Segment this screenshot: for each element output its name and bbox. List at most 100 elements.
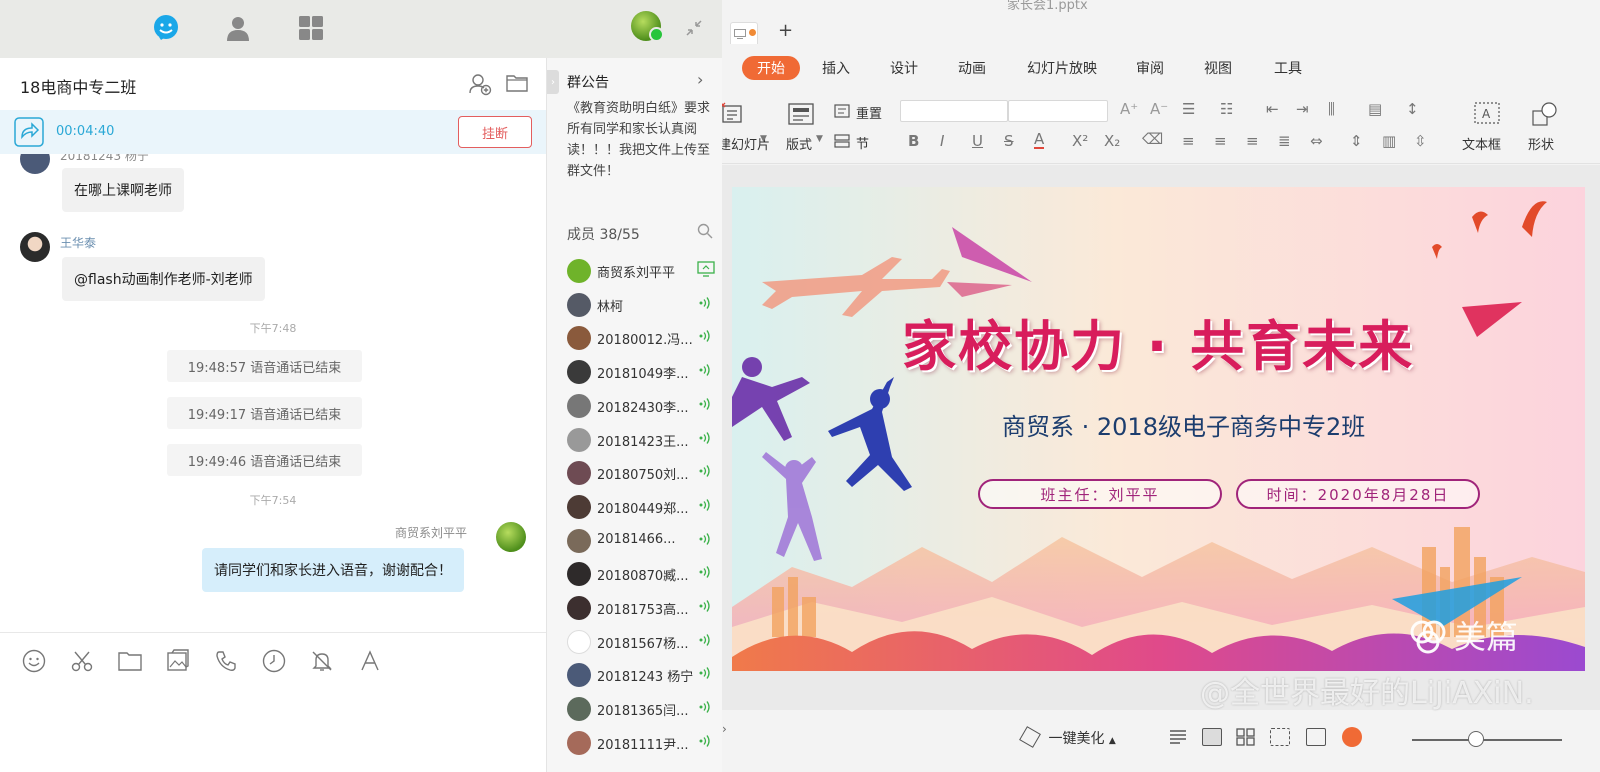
scissors-icon[interactable] (68, 647, 96, 675)
line-spacing-icon[interactable]: ↕ (1406, 100, 1419, 118)
member-item[interactable]: 20181049李... (547, 354, 722, 388)
eraser-icon[interactable]: ⌫ (1142, 130, 1163, 148)
member-item[interactable]: 20181423王... (547, 422, 722, 456)
emoji-icon[interactable] (20, 647, 48, 675)
font-color-icon[interactable]: A (1034, 132, 1045, 149)
collapse-panel-icon[interactable]: › (547, 70, 559, 94)
menu-insert[interactable]: 插入 (822, 58, 850, 78)
indent-increase-icon[interactable]: ⇥ (1296, 100, 1309, 118)
reading-view-icon[interactable] (1270, 728, 1290, 746)
menu-start[interactable]: 开始 (742, 56, 800, 80)
layout-button[interactable]: 版式 (786, 134, 812, 153)
search-icon[interactable] (697, 223, 713, 243)
chat-bubble-icon[interactable] (150, 12, 182, 44)
slide[interactable]: 家校协力 · 共育未来 商贸系 · 2018级电子商务中专2班 班主任：刘平平 … (732, 187, 1585, 671)
bold-icon[interactable]: B (908, 132, 919, 150)
shape-icon[interactable] (1532, 102, 1558, 130)
member-item[interactable]: 20182430李... (547, 388, 722, 422)
align-right-icon[interactable]: ≡ (1246, 132, 1259, 150)
member-item[interactable]: 20181111尹... (547, 725, 722, 759)
justify-icon[interactable]: ≣ (1278, 132, 1291, 150)
presenter-view-icon[interactable] (1306, 728, 1326, 746)
member-item[interactable]: 20181243 杨宁 (547, 657, 722, 691)
normal-view-icon[interactable] (1202, 728, 1222, 746)
numbered-list-icon[interactable]: ☷ (1220, 100, 1233, 118)
member-item[interactable]: 20180449郑... (547, 489, 722, 523)
slide-title[interactable]: 家校协力 · 共育未来 (902, 302, 1414, 381)
section-button[interactable]: 节 (856, 133, 869, 152)
member-item[interactable]: 20181753高... (547, 590, 722, 624)
align-text-icon[interactable]: ▤ (1368, 100, 1382, 118)
date-label[interactable]: 时间：2020年8月28日 (1236, 479, 1480, 509)
chevron-right-icon[interactable]: › (697, 70, 703, 89)
image-icon[interactable] (164, 647, 192, 675)
shrink-icon[interactable] (678, 12, 710, 44)
notes-view-icon[interactable] (1168, 728, 1188, 746)
folder-icon[interactable] (116, 647, 144, 675)
clock-icon[interactable] (260, 647, 288, 675)
italic-icon[interactable]: I (940, 132, 944, 150)
teacher-label[interactable]: 班主任：刘平平 (978, 479, 1222, 509)
chevron-down-icon[interactable]: ▼ (816, 134, 823, 144)
document-tab[interactable] (730, 22, 758, 44)
member-item[interactable]: 20180750刘... (547, 455, 722, 489)
member-item[interactable]: 20181365闫... (547, 691, 722, 725)
folder-icon[interactable] (506, 73, 528, 97)
superscript-icon[interactable]: X² (1072, 132, 1088, 150)
user-avatar[interactable] (631, 11, 664, 42)
indent-decrease-icon[interactable]: ⇤ (1266, 100, 1279, 118)
hangup-button[interactable]: 挂断 (458, 116, 532, 148)
zoom-slider[interactable] (1412, 739, 1562, 741)
bell-off-icon[interactable] (308, 647, 336, 675)
menu-design[interactable]: 设计 (890, 58, 918, 78)
bullet-list-icon[interactable]: ☰ (1182, 100, 1195, 118)
new-slide-icon[interactable] (722, 102, 744, 126)
font-name-select[interactable] (900, 100, 1008, 122)
menu-view[interactable]: 视图 (1204, 58, 1232, 78)
menu-slideshow[interactable]: 幻灯片放映 (1027, 58, 1097, 78)
subscript-icon[interactable]: X₂ (1104, 132, 1120, 150)
slide-subtitle[interactable]: 商贸系 · 2018级电子商务中专2班 (1002, 407, 1365, 442)
reset-icon[interactable] (834, 102, 852, 124)
font-grow-icon[interactable]: A⁺ (1120, 100, 1138, 118)
avatar[interactable] (20, 154, 50, 174)
apps-grid-icon[interactable] (295, 12, 327, 44)
section-icon[interactable] (834, 132, 852, 154)
new-tab-icon[interactable]: + (778, 20, 793, 41)
font-size-select[interactable] (1008, 100, 1108, 122)
contacts-icon[interactable] (222, 12, 254, 44)
align-center-icon[interactable]: ≡ (1214, 132, 1227, 150)
underline-icon[interactable]: U (972, 132, 983, 150)
reset-button[interactable]: 重置 (856, 103, 882, 122)
paragraph-spacing-icon[interactable]: ⇕ (1350, 132, 1363, 150)
avatar[interactable] (496, 522, 526, 552)
phone-icon[interactable] (212, 647, 240, 675)
menu-animation[interactable]: 动画 (958, 58, 986, 78)
member-item[interactable]: 20180012.冯... (547, 320, 722, 354)
menu-review[interactable]: 审阅 (1136, 58, 1164, 78)
zoom-slider-handle[interactable] (1468, 731, 1484, 747)
menu-tools[interactable]: 工具 (1274, 58, 1302, 78)
distribute-icon[interactable]: ⇔ (1310, 132, 1323, 150)
add-member-icon[interactable] (468, 72, 492, 100)
notice-text[interactable]: 《教育资助明白纸》要求所有同学和家长认真阅读！！！我把文件上传至群文件！ (567, 98, 717, 182)
text-direction-icon[interactable]: ⫼ (1328, 100, 1335, 118)
strikethrough-icon[interactable]: S (1004, 132, 1014, 150)
avatar[interactable] (20, 232, 50, 262)
spacing-icon[interactable]: ⇳ (1414, 132, 1427, 150)
chevron-down-icon[interactable]: ▼ (760, 134, 767, 144)
shape-button[interactable]: 形状 (1528, 134, 1554, 153)
beautify-button[interactable]: 一键美化 ▲ (1019, 726, 1116, 748)
member-item[interactable]: 20181466... (547, 523, 722, 557)
member-item[interactable]: 20181567杨... (547, 624, 722, 658)
layout-icon[interactable] (788, 102, 814, 130)
textbox-icon[interactable]: A (1474, 102, 1500, 128)
textbox-button[interactable]: 文本框 (1462, 134, 1501, 153)
align-left-icon[interactable]: ≡ (1182, 132, 1195, 150)
play-slideshow-icon[interactable] (1342, 727, 1362, 747)
member-item[interactable]: 20180870臧... (547, 556, 722, 590)
font-shrink-icon[interactable]: A⁻ (1150, 100, 1168, 118)
font-icon[interactable] (356, 647, 384, 675)
member-item[interactable]: 林柯 (547, 287, 722, 321)
columns-icon[interactable]: ▥ (1382, 132, 1396, 150)
